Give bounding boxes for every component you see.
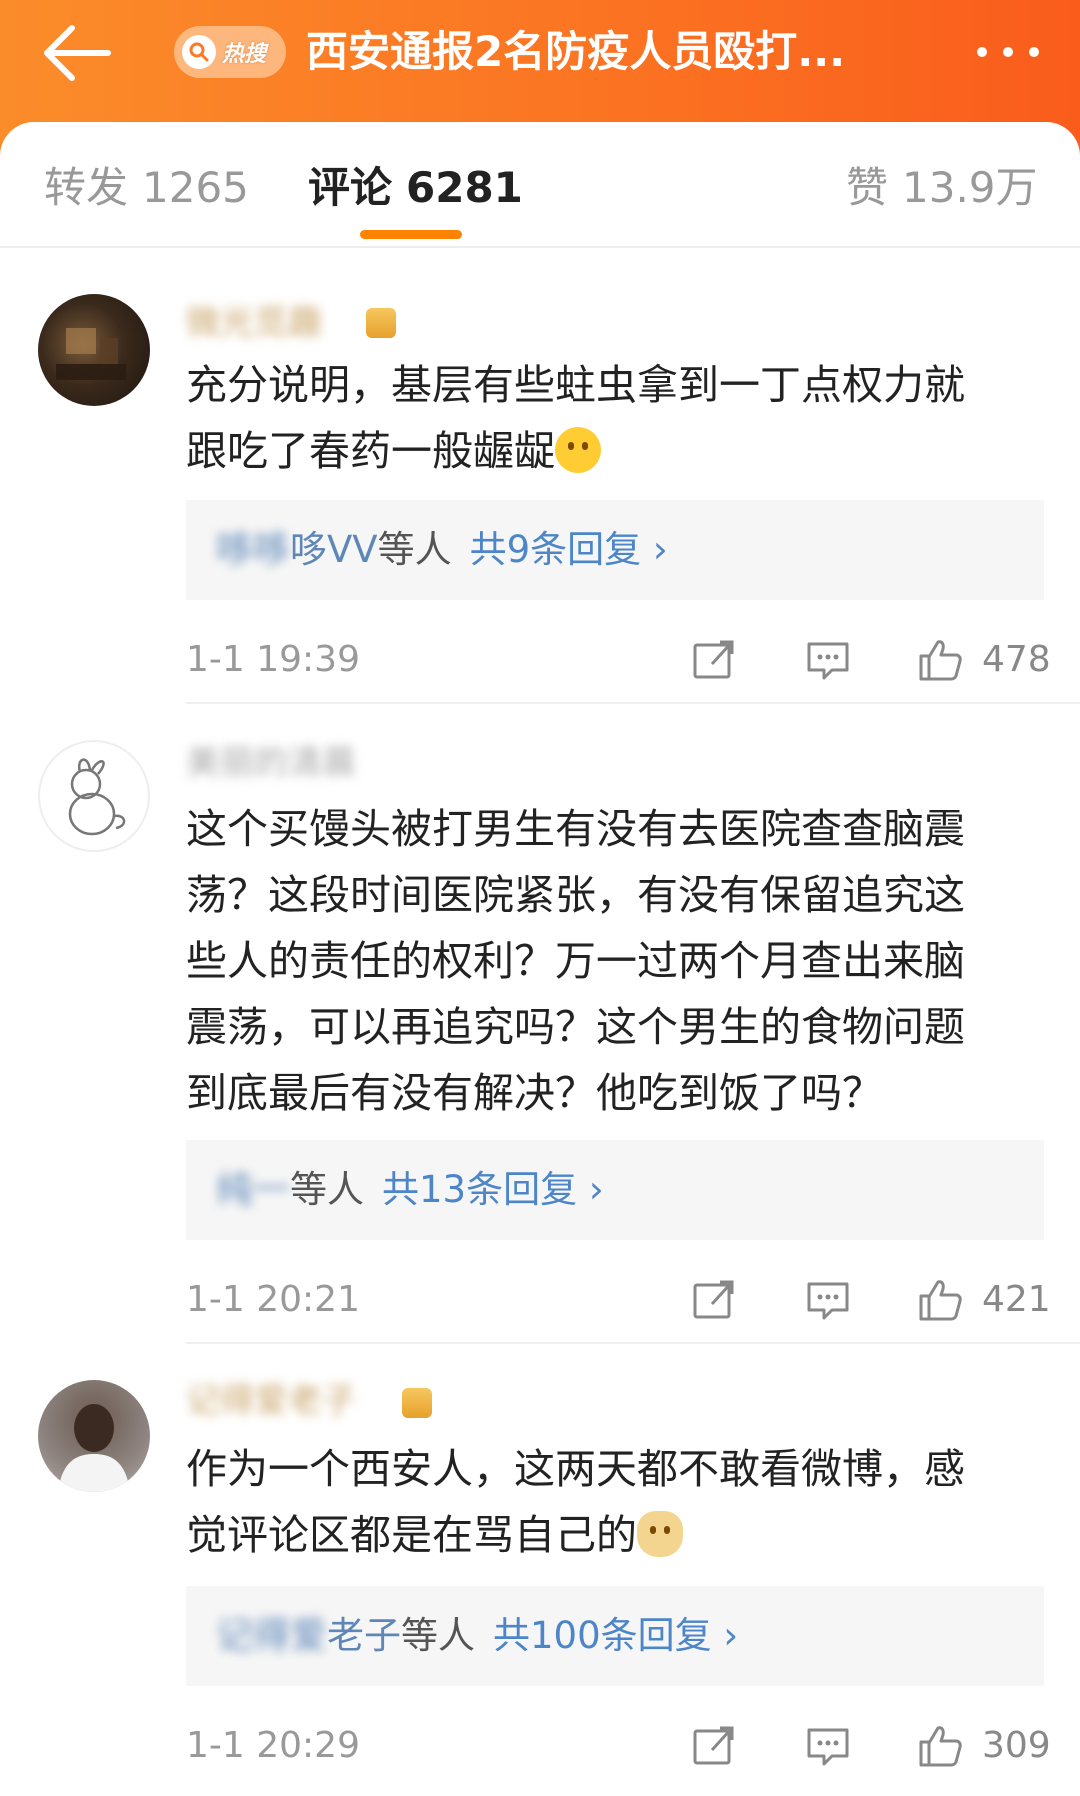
avatar[interactable] [38,740,150,852]
like-count: 478 [982,639,1051,680]
comment-line: 作为一个西安人，这两天都不敢看微博，感 [186,1445,965,1493]
comment-line: 跟吃了春药一般龌龊 [186,427,555,475]
search-icon [182,35,216,69]
comment-meta: 1-1 20:21 421 [186,1270,1051,1330]
page-title: 西安通报2名防疫人员殴打... [306,27,846,76]
replies-box[interactable]: 纯一等人 共13条回复 › [186,1140,1044,1240]
comment-line: 些人的责任的权利？万一过两个月查出来脑 [186,937,965,985]
tab-repost[interactable]: 转发 1265 [44,158,249,218]
arrow-left-icon [44,25,111,81]
comment-meta: 1-1 19:39 478 [186,630,1051,690]
reply-count-link[interactable]: 共13条回复 › [382,1168,604,1211]
comment-meta: 1-1 20:29 309 [186,1716,1051,1776]
reply-etc: 等人 [290,1168,364,1211]
comment-icon[interactable] [804,636,852,684]
comment-line: 震荡，可以再追究吗？这个男生的食物问题 [186,1003,965,1051]
replies-box[interactable]: 记得爱老子等人 共100条回复 › [186,1586,1044,1686]
reply-users: 记得爱老子 [216,1614,401,1657]
vip-badge-icon [366,308,396,338]
comment-text: 作为一个西安人，这两天都不敢看微博，感 觉评论区都是在骂自己的 [186,1436,1046,1568]
reply-etc: 等人 [401,1614,475,1657]
tab-comments-label: 评论 [308,163,393,212]
comment-line: 到底最后有没有解决？他吃到饭了吗？ [186,1069,883,1117]
back-button[interactable] [38,20,118,86]
share-icon[interactable] [690,1276,738,1324]
hot-search-label: 热搜 [222,42,267,67]
avatar[interactable] [38,1380,150,1492]
timestamp: 1-1 20:21 [186,1279,360,1320]
comment-line: 荡？这段时间医院紧张，有没有保留追究这 [186,871,965,919]
more-dots-icon [977,47,1039,57]
comment-line: 觉评论区都是在骂自己的 [186,1511,637,1559]
divider [186,702,1080,704]
reply-users: 哆哆哆VV [216,528,378,571]
tab-comments-count: 6281 [406,163,523,212]
doge-emoji-icon [637,1511,683,1557]
username[interactable]: 微光觅趣 [186,296,322,350]
share-icon[interactable] [690,636,738,684]
tab-likes[interactable]: 赞 13.9万 [846,158,1038,218]
avatar[interactable] [38,294,150,406]
comment-icon[interactable] [804,1722,852,1770]
tab-bar: 转发 1265 评论 6281 赞 13.9万 [0,122,1080,248]
like-thumb-icon[interactable] [916,636,964,684]
comment-text: 充分说明，基层有些蛀虫拿到一丁点权力就 跟吃了春药一般龌龊 [186,352,1046,484]
like-count: 309 [982,1725,1051,1766]
tab-repost-count: 1265 [142,163,249,212]
timestamp: 1-1 20:29 [186,1725,360,1766]
tab-likes-label: 赞 [846,163,889,212]
reply-count-link[interactable]: 共9条回复 › [470,528,668,571]
comment-line: 这个买馒头被打男生有没有去医院查查脑震 [186,805,965,853]
reply-count-link[interactable]: 共100条回复 › [493,1614,738,1657]
like-count: 421 [982,1279,1051,1320]
username[interactable]: 美丽的清晨 [186,736,356,790]
replies-box[interactable]: 哆哆哆VV等人 共9条回复 › [186,500,1044,600]
tab-repost-label: 转发 [44,163,129,212]
divider [186,1342,1080,1344]
vip-badge-icon [402,1388,432,1418]
comment-text: 这个买馒头被打男生有没有去医院查查脑震 荡？这段时间医院紧张，有没有保留追究这 … [186,796,1046,1126]
active-tab-indicator [360,230,462,239]
timestamp: 1-1 19:39 [186,639,360,680]
drooling-emoji-icon [555,427,601,473]
comment-icon[interactable] [804,1276,852,1324]
tab-likes-count: 13.9万 [902,163,1038,212]
share-icon[interactable] [690,1722,738,1770]
hot-search-badge[interactable]: 热搜 [174,26,286,78]
more-button[interactable] [968,30,1048,74]
comment-line: 充分说明，基层有些蛀虫拿到一丁点权力就 [186,361,965,409]
like-thumb-icon[interactable] [916,1276,964,1324]
tab-comments[interactable]: 评论 6281 [308,158,523,218]
reply-etc: 等人 [377,528,452,571]
reply-users: 纯一 [216,1168,290,1211]
like-thumb-icon[interactable] [916,1722,964,1770]
username[interactable]: 记得爱老子 [186,1374,356,1428]
